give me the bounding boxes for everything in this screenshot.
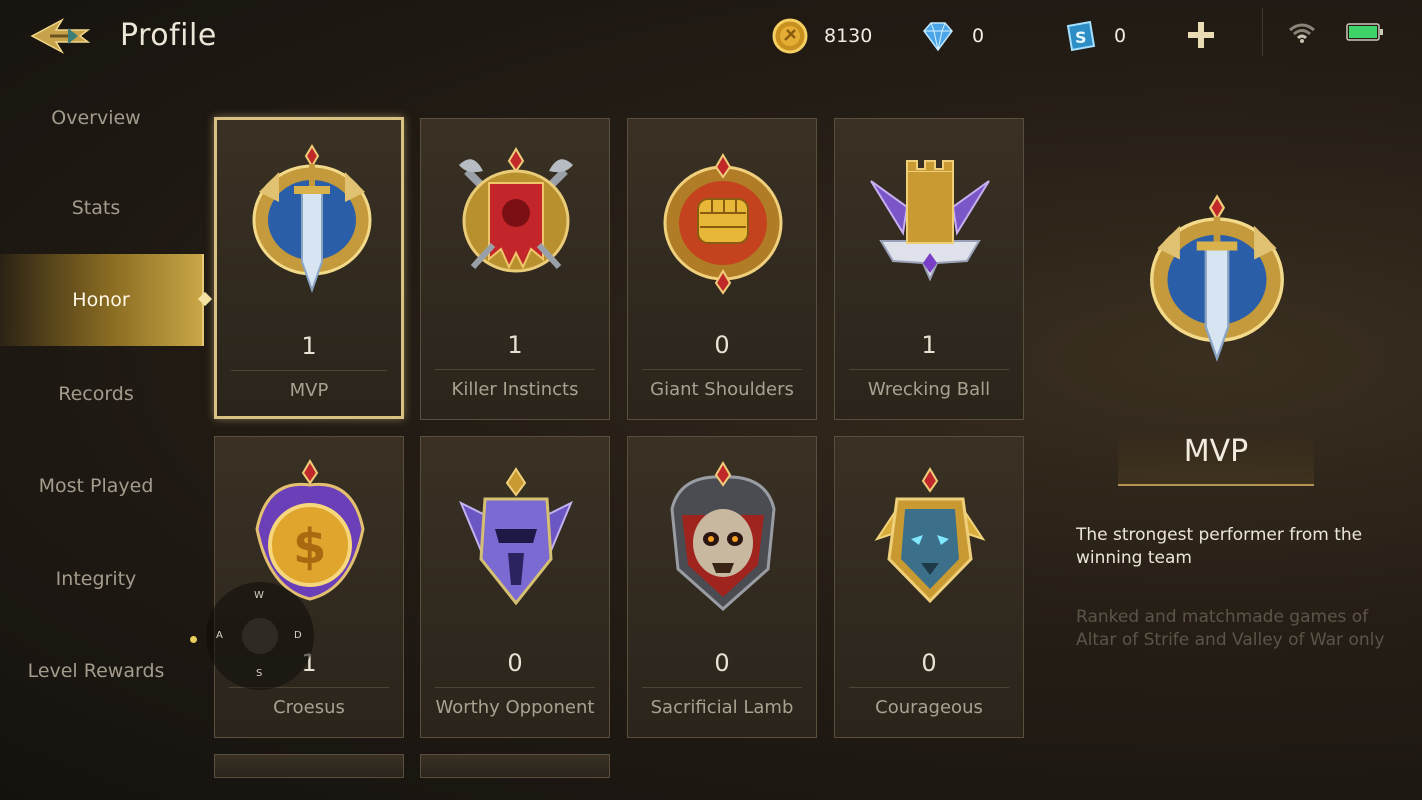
joystick-key-up: W: [254, 590, 264, 601]
divider: [435, 369, 595, 370]
killer-instincts-badge-icon: [453, 141, 579, 301]
gold-currency: 8130: [772, 18, 872, 54]
honor-name: Worthy Opponent: [435, 697, 595, 718]
courageous-badge-icon: [867, 459, 993, 619]
divider: [1262, 8, 1263, 56]
divider: [435, 687, 595, 688]
worthy-opponent-badge-icon: [453, 459, 579, 619]
honor-card-giant-shoulders[interactable]: 0 Giant Shoulders: [627, 118, 817, 420]
joystick-thumb[interactable]: [242, 618, 278, 654]
joystick-key-down: S: [256, 668, 263, 679]
divider: [642, 369, 802, 370]
honor-count: 0: [714, 331, 730, 359]
honor-count: 1: [921, 331, 937, 359]
honor-name: Wrecking Ball: [867, 379, 991, 400]
battery-icon: [1346, 23, 1384, 41]
honor-name: Courageous: [875, 697, 983, 718]
sidebar-item-records[interactable]: Records: [0, 348, 192, 440]
giant-shoulders-badge-icon: [660, 141, 786, 301]
honor-card-killer-instincts[interactable]: 1 Killer Instincts: [420, 118, 610, 420]
back-arrow-icon[interactable]: [28, 14, 94, 58]
wrecking-ball-badge-icon: [867, 141, 993, 301]
svg-text:$: $: [293, 519, 326, 575]
profile-sidebar: Overview Stats Honor Records Most Played…: [0, 72, 206, 800]
joystick-key-right: D: [294, 630, 302, 641]
honor-name: Croesus: [273, 697, 345, 718]
divider: [642, 687, 802, 688]
gold-coin-icon: [772, 18, 808, 54]
honor-name: Sacrificial Lamb: [650, 697, 794, 718]
honor-count: 1: [507, 331, 523, 359]
honor-detail-title: MVP: [1118, 430, 1314, 486]
divider: [849, 369, 1009, 370]
honor-detail-panel: MVP The strongest performer from the win…: [1030, 72, 1422, 800]
sacrificial-lamb-badge-icon: [660, 459, 786, 619]
sidebar-item-stats[interactable]: Stats: [0, 162, 192, 254]
gold-amount: 8130: [824, 25, 873, 47]
honor-count: 0: [714, 649, 730, 677]
honor-card-sacrificial-lamb[interactable]: 0 Sacrificial Lamb: [627, 436, 817, 738]
svg-text:S: S: [1075, 28, 1087, 47]
voucher-icon: S: [1066, 20, 1096, 52]
wifi-icon: [1288, 22, 1316, 44]
honor-card-partial[interactable]: [420, 754, 610, 778]
divider: [231, 370, 387, 371]
diamond-icon: [923, 22, 953, 52]
sidebar-item-honor[interactable]: Honor: [0, 254, 204, 346]
honor-detail-note: Ranked and matchmade games of Altar of S…: [1076, 607, 1385, 650]
honor-detail-description: The strongest performer from the winning…: [1076, 525, 1363, 568]
virtual-joystick[interactable]: W A D S: [206, 582, 314, 690]
honor-card-courageous[interactable]: 0 Courageous: [834, 436, 1024, 738]
voucher-amount: 0: [1114, 25, 1127, 47]
diamond-currency: 0: [920, 18, 984, 54]
honor-count: 0: [507, 649, 523, 677]
voucher-currency: S 0: [1062, 18, 1126, 54]
page-title: Profile: [120, 18, 217, 53]
indicator-dot: [190, 636, 197, 643]
add-currency-button[interactable]: [1186, 20, 1216, 50]
honor-card-mvp[interactable]: 1 MVP: [214, 117, 404, 419]
divider: [849, 687, 1009, 688]
honor-count: 1: [301, 332, 317, 360]
honor-card-partial[interactable]: [214, 754, 404, 778]
honor-count: 0: [921, 649, 937, 677]
sidebar-item-most-played[interactable]: Most Played: [0, 440, 192, 532]
mvp-badge-icon: [1132, 192, 1302, 372]
top-bar: Profile 8130 0 S 0: [0, 0, 1422, 72]
sidebar-item-overview[interactable]: Overview: [0, 72, 192, 164]
honor-name: MVP: [289, 380, 329, 401]
honor-card-wrecking-ball[interactable]: 1 Wrecking Ball: [834, 118, 1024, 420]
diamond-amount: 0: [972, 25, 985, 47]
mvp-badge-icon: [249, 142, 375, 302]
joystick-key-left: A: [216, 630, 223, 641]
honor-card-worthy-opponent[interactable]: 0 Worthy Opponent: [420, 436, 610, 738]
sidebar-item-integrity[interactable]: Integrity: [0, 533, 192, 625]
sidebar-item-level-rewards[interactable]: Level Rewards: [0, 625, 192, 717]
honor-name: Killer Instincts: [451, 379, 579, 400]
honor-name: Giant Shoulders: [650, 379, 794, 400]
